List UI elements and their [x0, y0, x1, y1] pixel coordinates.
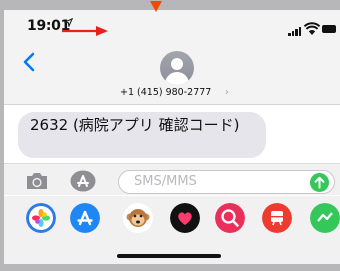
app-store-icon[interactable]: [70, 170, 96, 192]
message-text: 2632 (病院アプリ 確認コード): [30, 116, 240, 134]
red-annotation-arrow: [62, 26, 108, 36]
avatar-head: [171, 58, 183, 70]
contact-avatar[interactable]: [160, 51, 194, 85]
cellular-signal-icon: [288, 27, 302, 36]
header-divider: [4, 104, 340, 105]
send-arrow-up-icon: [314, 176, 325, 189]
send-button[interactable]: [310, 173, 329, 192]
message-input[interactable]: SMS/MMS: [118, 170, 335, 194]
animoji-monkey-icon[interactable]: [123, 203, 153, 233]
orange-annotation-arrow: [150, 1, 162, 12]
screenshot-frame-top: [0, 0, 340, 10]
avatar-body: [165, 72, 189, 85]
contact-number[interactable]: +1 (415) 980-2777: [120, 87, 211, 98]
screenshot-frame-bottom: [0, 264, 340, 271]
battery-icon: [322, 25, 336, 33]
home-indicator[interactable]: [117, 254, 221, 258]
message-input-placeholder: SMS/MMS: [134, 174, 197, 189]
search-images-icon[interactable]: [215, 203, 245, 233]
camera-icon[interactable]: [25, 172, 49, 190]
app-store-app-icon[interactable]: [70, 203, 100, 233]
back-chevron-icon[interactable]: [22, 52, 38, 72]
app-red-icon[interactable]: [262, 203, 292, 233]
app-green-partial-icon[interactable]: [310, 203, 340, 233]
messages-screen: 19:01 +1 (415) 980-2777 › 2632 (病院アプリ 確認…: [0, 0, 340, 271]
chevron-right-icon[interactable]: ›: [225, 87, 229, 98]
digital-touch-heart-icon[interactable]: [170, 203, 200, 233]
incoming-message-bubble[interactable]: 2632 (病院アプリ 確認コード): [18, 112, 266, 158]
photos-app-icon[interactable]: [26, 203, 56, 233]
wifi-icon: [303, 21, 321, 35]
